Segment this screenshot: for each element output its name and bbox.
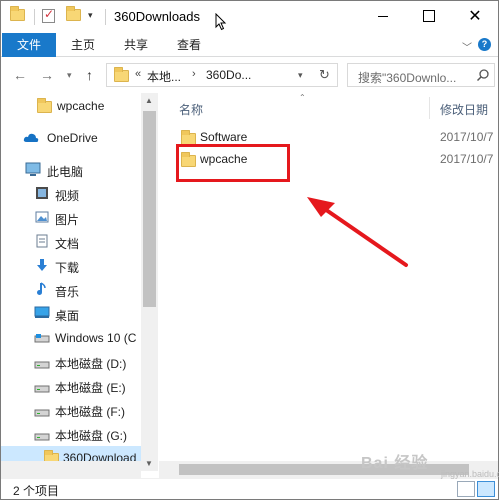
sort-chevron-icon: ⌃ xyxy=(299,93,306,102)
watermark-url: jingyan.baidu.com xyxy=(441,469,499,479)
nav-item-this-pc[interactable]: 此电脑 xyxy=(1,158,141,182)
search-input[interactable]: 搜索"360Downlo... xyxy=(358,69,456,86)
qat-dropdown-icon[interactable]: ▾ xyxy=(88,10,93,21)
tab-view[interactable]: 查看 xyxy=(167,33,211,57)
column-header-name[interactable]: 名称 xyxy=(179,101,203,118)
drive-icon xyxy=(34,406,50,420)
tab-file[interactable]: 文件 xyxy=(2,33,56,57)
red-arrow-icon xyxy=(307,197,408,267)
ribbon-expand-icon[interactable]: ﹀ xyxy=(462,39,472,54)
highlight-box xyxy=(176,144,290,182)
nav-item-label: 桌面 xyxy=(55,309,80,323)
status-bar: 2 个项目 xyxy=(1,478,498,499)
ribbon-tabs: 文件 主页 共享 查看 ﹀ ? xyxy=(1,33,498,57)
large-icons-view-button[interactable] xyxy=(477,481,495,497)
tab-share[interactable]: 共享 xyxy=(114,33,158,57)
nav-item-label: 此电脑 xyxy=(47,165,84,179)
mouse-cursor-icon xyxy=(215,13,227,31)
nav-item-label: 下载 xyxy=(55,261,80,275)
nav-item-label: 本地磁盘 (D:) xyxy=(55,357,127,371)
windows-drive-icon xyxy=(34,333,50,347)
back-arrow-icon[interactable]: ← xyxy=(13,67,27,83)
nav-item-label: 图片 xyxy=(55,213,80,227)
scrollbar-thumb[interactable] xyxy=(143,111,156,307)
qat-separator xyxy=(105,9,106,25)
nav-item-downloads[interactable]: 下载 xyxy=(1,254,141,278)
picture-icon xyxy=(35,210,49,227)
nav-item-documents[interactable]: 文档 xyxy=(1,230,141,254)
item-count: 2 个项目 xyxy=(13,484,60,498)
navigation-horizontal-scrollbar[interactable] xyxy=(1,461,141,478)
forward-arrow-icon[interactable]: → xyxy=(40,67,54,83)
refresh-icon[interactable]: ↻ xyxy=(319,67,330,83)
close-button[interactable]: ✕ xyxy=(452,1,498,31)
explorer-window: ▾ 360Downloads ✕ 文件 主页 共享 查看 ﹀ ? ← → ▾ ↑… xyxy=(0,0,499,500)
nav-item-label: 本地磁盘 (F:) xyxy=(55,405,125,419)
nav-item-wpcache[interactable]: wpcache xyxy=(1,94,141,118)
address-dropdown-icon[interactable]: ▾ xyxy=(298,70,303,81)
folder-icon xyxy=(10,6,25,21)
properties-icon[interactable] xyxy=(42,7,55,23)
up-arrow-icon[interactable]: ↑ xyxy=(86,67,93,83)
document-icon xyxy=(36,234,48,251)
nav-item-drive-f[interactable]: 本地磁盘 (F:) xyxy=(1,398,141,422)
nav-item-label: Windows 10 (C xyxy=(55,331,137,345)
qat-separator xyxy=(34,9,35,25)
scroll-down-icon[interactable]: ▼ xyxy=(145,459,153,468)
nav-item-drive-e[interactable]: 本地磁盘 (E:) xyxy=(1,374,141,398)
file-date: 2017/10/7 xyxy=(440,130,494,144)
folder-icon xyxy=(37,98,52,113)
breadcrumb-current[interactable]: 360Do... xyxy=(206,68,251,82)
onedrive-icon xyxy=(23,132,39,146)
nav-item-label: wpcache xyxy=(57,99,105,113)
desktop-icon xyxy=(34,306,50,322)
nav-item-videos[interactable]: 视频 xyxy=(1,182,141,206)
download-icon xyxy=(35,258,49,275)
nav-item-label: 文档 xyxy=(55,237,80,251)
tab-home[interactable]: 主页 xyxy=(61,33,105,57)
nav-item-desktop[interactable]: 桌面 xyxy=(1,302,141,326)
title-bar: ▾ 360Downloads ✕ xyxy=(1,1,498,33)
file-name: Software xyxy=(200,130,248,144)
breadcrumb-local[interactable]: 本地... xyxy=(147,68,181,85)
navigation-scrollbar[interactable]: ▲ ▼ xyxy=(141,93,158,471)
nav-item-windows-c[interactable]: Windows 10 (C xyxy=(1,326,141,350)
nav-item-onedrive[interactable]: OneDrive xyxy=(1,126,141,150)
nav-item-music[interactable]: 音乐 xyxy=(1,278,141,302)
music-icon xyxy=(36,282,48,299)
video-icon xyxy=(35,186,49,203)
file-date: 2017/10/7 xyxy=(440,152,494,166)
minimize-button[interactable] xyxy=(360,1,406,31)
search-icon[interactable] xyxy=(476,68,490,82)
scroll-up-icon[interactable]: ▲ xyxy=(145,96,153,105)
address-overflow[interactable]: « xyxy=(135,68,141,80)
details-view-button[interactable] xyxy=(457,481,475,497)
nav-item-drive-g[interactable]: 本地磁盘 (G:) xyxy=(1,422,141,446)
nav-item-label: 本地磁盘 (G:) xyxy=(55,429,127,443)
pc-icon xyxy=(25,162,41,180)
maximize-button[interactable] xyxy=(406,1,452,31)
nav-item-label: 视频 xyxy=(55,189,80,203)
window-title: 360Downloads xyxy=(114,9,201,24)
address-bar[interactable]: « 本地... › 360Do... xyxy=(106,63,338,87)
navigation-pane: wpcache OneDrive 此电脑 视频 图片 文档 下载 音乐 桌面 W… xyxy=(1,93,141,471)
nav-item-label: OneDrive xyxy=(47,131,98,145)
column-divider[interactable] xyxy=(429,97,430,119)
recent-locations-icon[interactable]: ▾ xyxy=(67,70,72,81)
nav-item-label: 本地磁盘 (E:) xyxy=(55,381,126,395)
drive-icon xyxy=(34,430,50,444)
new-folder-icon[interactable] xyxy=(66,6,81,21)
drive-icon xyxy=(34,358,50,372)
breadcrumb-chevron-icon[interactable]: › xyxy=(192,68,196,80)
nav-item-pictures[interactable]: 图片 xyxy=(1,206,141,230)
watermark: Bai 经验 xyxy=(361,455,429,472)
search-box[interactable]: 搜索"360Downlo... xyxy=(347,63,495,87)
folder-icon xyxy=(114,67,129,82)
nav-item-label: 音乐 xyxy=(55,285,80,299)
help-icon[interactable]: ? xyxy=(478,38,491,51)
folder-icon xyxy=(181,130,196,145)
drive-icon xyxy=(34,382,50,396)
nav-item-drive-d[interactable]: 本地磁盘 (D:) xyxy=(1,350,141,374)
column-header-date[interactable]: 修改日期 xyxy=(440,101,488,118)
